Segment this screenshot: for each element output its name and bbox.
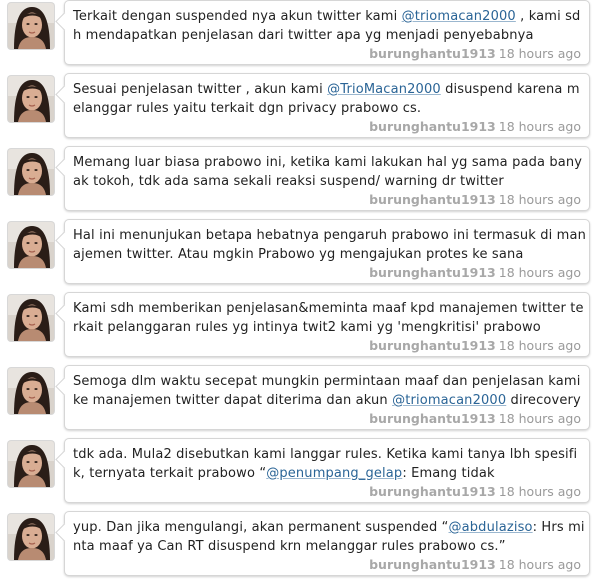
- avatar[interactable]: [8, 295, 54, 341]
- tweet-bubble: Sesuai penjelasan twitter , akun kami @T…: [55, 73, 590, 138]
- tweet-text-segment: Kami sdh memberikan penjelasan&meminta m…: [73, 301, 584, 335]
- tweet-meta: burunghantu1913 18 hours ago: [369, 557, 581, 572]
- timestamp-link[interactable]: 18 hours ago: [499, 192, 581, 207]
- timestamp-link[interactable]: 18 hours ago: [499, 265, 581, 280]
- timestamp-link[interactable]: 18 hours ago: [499, 484, 581, 499]
- mention-link[interactable]: @penumpang_gelap: [266, 466, 402, 481]
- bubble-arrow: [55, 85, 74, 104]
- username-link[interactable]: burunghantu1913: [369, 119, 496, 134]
- tweet-bubble: Semoga dlm waktu secepat mungkin permint…: [55, 365, 590, 430]
- mention-link[interactable]: @triomacan2000: [392, 393, 506, 408]
- tweet-text: Memang luar biasa prabowo ini, ketika ka…: [73, 153, 587, 191]
- timestamp-link[interactable]: 18 hours ago: [499, 119, 581, 134]
- tweet-bubble: tdk ada. Mula2 disebutkan kami langgar r…: [55, 438, 590, 503]
- tweet-meta: burunghantu1913 18 hours ago: [369, 265, 581, 280]
- avatar[interactable]: [8, 368, 54, 414]
- tweet-text: tdk ada. Mula2 disebutkan kami langgar r…: [73, 445, 587, 483]
- tweet-text-segment: yup. Dan jika mengulangi, akan permanent…: [73, 520, 449, 535]
- bubble-arrow: [55, 158, 74, 177]
- bubble-arrow: [55, 12, 74, 31]
- tweet-item: yup. Dan jika mengulangi, akan permanent…: [0, 511, 600, 581]
- tweet-item: Memang luar biasa prabowo ini, ketika ka…: [0, 146, 600, 216]
- mention-link[interactable]: @abdulaziso: [449, 520, 533, 535]
- avatar[interactable]: [8, 222, 54, 268]
- username-link[interactable]: burunghantu1913: [369, 411, 496, 426]
- tweet-bubble: yup. Dan jika mengulangi, akan permanent…: [55, 511, 590, 576]
- tweet-meta: burunghantu1913 18 hours ago: [369, 192, 581, 207]
- tweet-item: Terkait dengan suspended nya akun twitte…: [0, 0, 600, 70]
- user-avatar-photo-icon: [8, 3, 54, 49]
- tweet-item: Kami sdh memberikan penjelasan&meminta m…: [0, 292, 600, 362]
- tweet-text: Semoga dlm waktu secepat mungkin permint…: [73, 372, 587, 410]
- tweet-text-segment: : Emang tidak: [402, 466, 495, 481]
- tweet-meta: burunghantu1913 18 hours ago: [369, 46, 581, 61]
- user-avatar-photo-icon: [8, 295, 54, 341]
- tweet-text-segment: Terkait dengan suspended nya akun twitte…: [73, 9, 402, 24]
- username-link[interactable]: burunghantu1913: [369, 557, 496, 572]
- timestamp-link[interactable]: 18 hours ago: [499, 338, 581, 353]
- tweet-bubble: Hal ini menunjukan betapa hebatnya penga…: [55, 219, 590, 284]
- tweet-text: Kami sdh memberikan penjelasan&meminta m…: [73, 299, 587, 337]
- username-link[interactable]: burunghantu1913: [369, 265, 496, 280]
- bubble-arrow: [55, 523, 74, 542]
- avatar[interactable]: [8, 441, 54, 487]
- tweet-meta: burunghantu1913 18 hours ago: [369, 119, 581, 134]
- tweet-text: Terkait dengan suspended nya akun twitte…: [73, 7, 587, 45]
- bubble-arrow: [55, 377, 74, 396]
- tweet-feed: Terkait dengan suspended nya akun twitte…: [0, 0, 600, 576]
- bubble-arrow: [55, 304, 74, 323]
- timestamp-link[interactable]: 18 hours ago: [499, 411, 581, 426]
- avatar[interactable]: [8, 76, 54, 122]
- tweet-bubble: Memang luar biasa prabowo ini, ketika ka…: [55, 146, 590, 211]
- tweet-text-segment: Memang luar biasa prabowo ini, ketika ka…: [73, 155, 583, 189]
- timestamp-link[interactable]: 18 hours ago: [499, 46, 581, 61]
- tweet-bubble: Kami sdh memberikan penjelasan&meminta m…: [55, 292, 590, 357]
- tweet-meta: burunghantu1913 18 hours ago: [369, 484, 581, 499]
- username-link[interactable]: burunghantu1913: [369, 484, 496, 499]
- tweet-meta: burunghantu1913 18 hours ago: [369, 411, 581, 426]
- user-avatar-photo-icon: [8, 514, 54, 560]
- username-link[interactable]: burunghantu1913: [369, 192, 496, 207]
- username-link[interactable]: burunghantu1913: [369, 338, 496, 353]
- tweet-bubble: Terkait dengan suspended nya akun twitte…: [55, 0, 590, 65]
- tweet-item: tdk ada. Mula2 disebutkan kami langgar r…: [0, 438, 600, 508]
- timestamp-link[interactable]: 18 hours ago: [499, 557, 581, 572]
- tweet-text-segment: Hal ini menunjukan betapa hebatnya penga…: [73, 228, 586, 262]
- tweet-text-segment: Sesuai penjelasan twitter , akun kami: [73, 82, 328, 97]
- avatar[interactable]: [8, 514, 54, 560]
- tweet-meta: burunghantu1913 18 hours ago: [369, 338, 581, 353]
- user-avatar-photo-icon: [8, 441, 54, 487]
- mention-link[interactable]: @TrioMacan2000: [327, 82, 441, 97]
- user-avatar-photo-icon: [8, 222, 54, 268]
- tweet-text: yup. Dan jika mengulangi, akan permanent…: [73, 518, 587, 556]
- tweet-text: Sesuai penjelasan twitter , akun kami @T…: [73, 80, 587, 118]
- avatar[interactable]: [8, 149, 54, 195]
- tweet-item: Hal ini menunjukan betapa hebatnya penga…: [0, 219, 600, 289]
- avatar[interactable]: [8, 3, 54, 49]
- tweet-text: Hal ini menunjukan betapa hebatnya penga…: [73, 226, 587, 264]
- user-avatar-photo-icon: [8, 368, 54, 414]
- bubble-arrow: [55, 231, 74, 250]
- tweet-item: Sesuai penjelasan twitter , akun kami @T…: [0, 73, 600, 143]
- bubble-arrow: [55, 450, 74, 469]
- tweet-item: Semoga dlm waktu secepat mungkin permint…: [0, 365, 600, 435]
- user-avatar-photo-icon: [8, 149, 54, 195]
- user-avatar-photo-icon: [8, 76, 54, 122]
- username-link[interactable]: burunghantu1913: [369, 46, 496, 61]
- mention-link[interactable]: @triomacan2000: [402, 9, 516, 24]
- tweet-text-segment: direcovery: [506, 393, 581, 408]
